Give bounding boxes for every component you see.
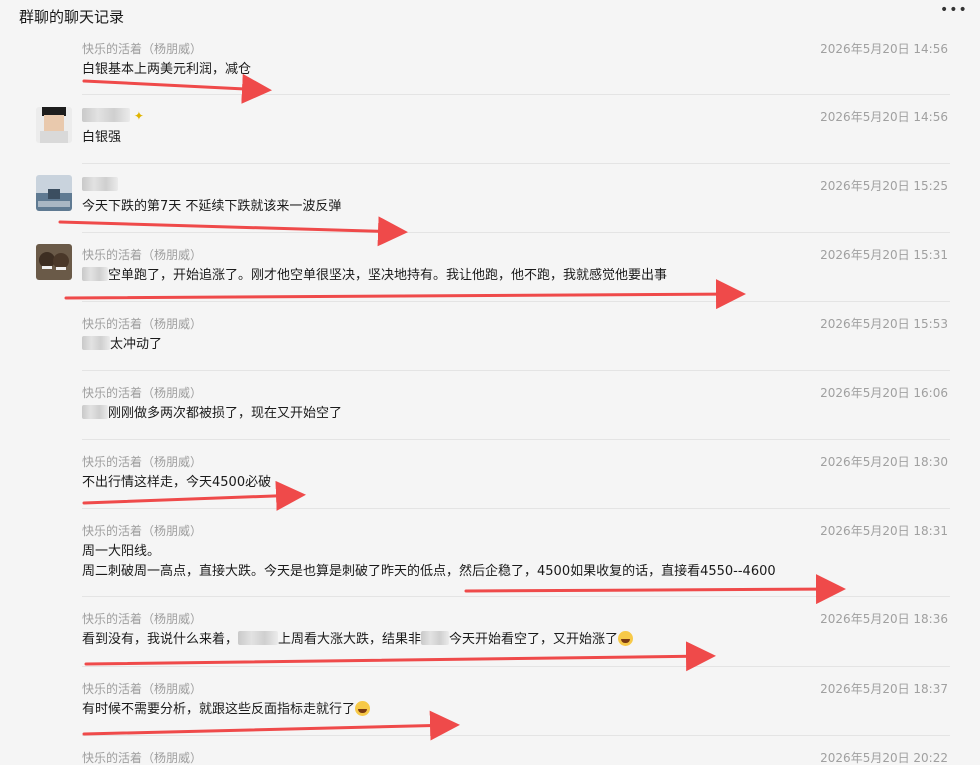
sender-name: 快乐的活着（杨朋威） (82, 612, 203, 626)
divider (82, 439, 950, 440)
message-text: 白银强 (82, 130, 122, 145)
list-item: 快乐的活着（杨朋威） 2026年5月20日 18:37 有时候不需要分析，就跟这… (0, 666, 980, 735)
sender-name (82, 177, 118, 192)
timestamp: 2026年5月20日 14:56 (820, 110, 948, 124)
blurred-name (82, 108, 130, 122)
list-item: 快乐的活着（杨朋威） 2026年5月20日 18:30 不出行情这样走，今天45… (0, 439, 980, 508)
divider (82, 666, 950, 667)
title-bar: 群聊的聊天记录 ••• (0, 0, 980, 32)
laughing-emoji-icon (618, 631, 634, 646)
divider (82, 508, 950, 509)
divider (82, 301, 950, 302)
divider (82, 735, 950, 736)
timestamp: 2026年5月20日 15:31 (820, 248, 948, 262)
list-item: 2026年5月20日 15:25 今天下跌的第7天 不延续下跌就该来一波反弹 (0, 163, 980, 232)
message-text: 白银基本上两美元利润，减仓 (82, 62, 252, 77)
message-text: 刚刚做多两次都被损了，现在又开始空了 (82, 404, 342, 423)
message-text: 看到没有，我说什么来着， 上周看大涨大跌，结果非 今天开始看空了，又开始涨了 (82, 630, 634, 649)
sparkle-icon: ✦ (133, 109, 144, 123)
timestamp: 2026年5月20日 14:56 (820, 42, 948, 56)
message-text: 不出行情这样走，今天4500必破 (82, 475, 272, 490)
sender-name: 快乐的活着（杨朋威） (82, 386, 203, 400)
list-item: 快乐的活着（杨朋威） 2026年5月20日 16:06 刚刚做多两次都被损了，现… (0, 370, 980, 439)
chat-history-window: 群聊的聊天记录 ••• 快乐的活着（杨朋威） 2026年5月20日 14:56 … (0, 0, 980, 765)
avatar[interactable] (36, 175, 72, 211)
timestamp: 2026年5月20日 20:22 (820, 751, 948, 765)
sender-name: 快乐的活着（杨朋威） (82, 455, 203, 469)
blurred-name (82, 405, 108, 419)
list-item: 快乐的活着（杨朋威） 2026年5月20日 20:22 (0, 735, 980, 765)
list-item: 快乐的活着（杨朋威） 2026年5月20日 18:36 看到没有，我说什么来着，… (0, 596, 980, 666)
message-text: 周一大阳线。 (82, 544, 161, 559)
message-list[interactable]: 快乐的活着（杨朋威） 2026年5月20日 14:56 白银基本上两美元利润，减… (0, 32, 980, 765)
divider (82, 163, 950, 164)
timestamp: 2026年5月20日 15:25 (820, 179, 948, 193)
list-item: ✦ 2026年5月20日 14:56 白银强 (0, 94, 980, 163)
sender-name: ✦ (82, 108, 144, 123)
divider (82, 94, 950, 95)
list-item: 快乐的活着（杨朋威） 2026年5月20日 15:31 空单跑了，开始追涨了。刚… (0, 232, 980, 301)
blurred-name (82, 267, 108, 281)
sender-name: 快乐的活着（杨朋威） (82, 317, 203, 331)
more-options-icon[interactable]: ••• (940, 2, 967, 26)
timestamp: 2026年5月20日 16:06 (820, 386, 948, 400)
message-text: 有时候不需要分析，就跟这些反面指标走就行了 (82, 700, 371, 719)
blurred-name (82, 336, 110, 350)
timestamp: 2026年5月20日 18:37 (820, 682, 948, 696)
timestamp: 2026年5月20日 18:30 (820, 455, 948, 469)
timestamp: 2026年5月20日 15:53 (820, 317, 948, 331)
window-title: 群聊的聊天记录 (19, 8, 125, 26)
sender-name: 快乐的活着（杨朋威） (82, 42, 203, 56)
blurred-name (82, 177, 118, 191)
message-text: 太冲动了 (82, 335, 162, 354)
divider (82, 232, 950, 233)
message-text: 空单跑了，开始追涨了。刚才他空单很坚决，坚决地持有。我让他跑，他不跑，我就感觉他… (82, 266, 667, 285)
sender-name: 快乐的活着（杨朋威） (82, 682, 203, 696)
timestamp: 2026年5月20日 18:36 (820, 612, 948, 626)
avatar[interactable] (36, 107, 72, 143)
avatar[interactable] (36, 244, 72, 280)
blurred-name (421, 631, 450, 645)
list-item: 快乐的活着（杨朋威） 2026年5月20日 18:31 周一大阳线。 周二刺破周… (0, 508, 980, 596)
list-item: 快乐的活着（杨朋威） 2026年5月20日 14:56 白银基本上两美元利润，减… (0, 32, 980, 94)
message-text-line-2: 周二刺破周一高点，直接大跌。今天是也算是刺破了昨天的低点，然后企稳了，4500如… (82, 564, 776, 579)
sender-name: 快乐的活着（杨朋威） (82, 751, 203, 765)
blurred-name (238, 631, 279, 645)
message-text: 今天下跌的第7天 不延续下跌就该来一波反弹 (82, 199, 342, 214)
list-item: 快乐的活着（杨朋威） 2026年5月20日 15:53 太冲动了 (0, 301, 980, 370)
sender-name: 快乐的活着（杨朋威） (82, 248, 203, 262)
laughing-emoji-icon (355, 701, 371, 716)
timestamp: 2026年5月20日 18:31 (820, 524, 948, 538)
divider (82, 370, 950, 371)
sender-name: 快乐的活着（杨朋威） (82, 524, 203, 538)
divider (82, 596, 950, 597)
